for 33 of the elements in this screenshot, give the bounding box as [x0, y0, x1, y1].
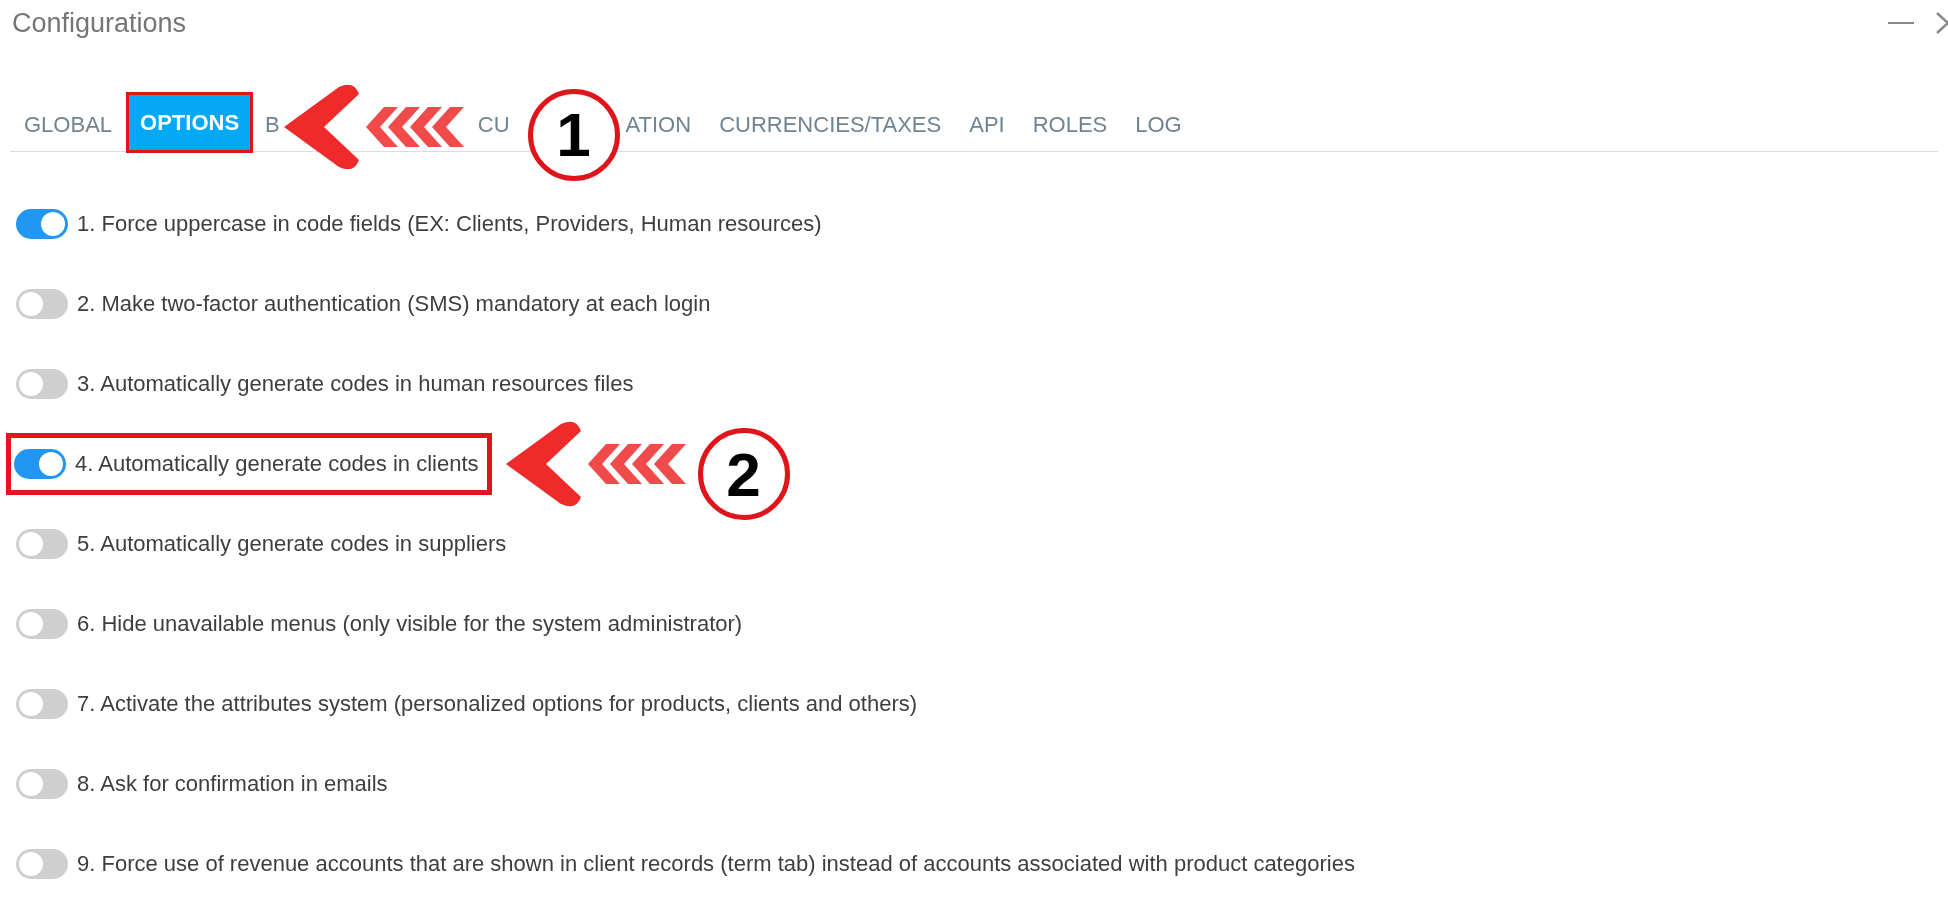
option-label: 8. Ask for confirmation in emails	[77, 771, 388, 797]
tab[interactable]: GLOBAL	[10, 98, 127, 151]
step-number: 2	[697, 428, 790, 520]
toggle-switch[interactable]	[14, 449, 66, 479]
option-label: 1. Force uppercase in code fields (EX: Clients, Providers, Human resources)	[77, 211, 822, 237]
close-icon[interactable]	[1936, 11, 1948, 35]
toggle-switch[interactable]	[16, 849, 68, 879]
tab[interactable]: CU	[463, 98, 524, 151]
minimize-icon[interactable]	[1888, 21, 1914, 25]
toggle-switch[interactable]	[16, 689, 68, 719]
tab[interactable]: CURRENCIES/TAXES	[705, 98, 956, 151]
option-label: 2. Make two-factor authentication (SMS) mandatory at each login	[77, 291, 711, 317]
option-label: 4. Automatically generate codes in clients	[75, 451, 479, 477]
option-label: 7. Activate the attributes system (personalized options for products, clients and others)	[77, 691, 918, 717]
toggle-switch[interactable]	[16, 289, 68, 319]
arrow-icon	[505, 419, 686, 509]
tab[interactable]: ATION	[623, 98, 706, 151]
option-label: 9. Force use of revenue accounts that are shown in client records (term tab) instead of accounts associated with product categories	[77, 851, 1355, 877]
toggle-switch[interactable]	[16, 369, 68, 399]
tab[interactable]: B	[253, 98, 280, 151]
toggle-switch[interactable]	[16, 529, 68, 559]
toggle-switch[interactable]	[16, 209, 68, 239]
tab[interactable]: API	[955, 98, 1019, 151]
toggle-switch[interactable]	[16, 609, 68, 639]
option-label: 3. Automatically generate codes in human resources files	[77, 371, 634, 397]
tab[interactable]: LOG	[1121, 98, 1196, 151]
tab[interactable]: OPTIONS	[126, 92, 254, 153]
toggle-switch[interactable]	[16, 769, 68, 799]
option-label: 6. Hide unavailable menus (only visible for the system administrator)	[77, 611, 743, 637]
step-number: 1	[527, 88, 620, 181]
window-title: Configurations	[12, 7, 187, 39]
option-label: 5. Automatically generate codes in suppliers	[77, 531, 507, 557]
tab[interactable]: ROLES	[1018, 98, 1122, 151]
